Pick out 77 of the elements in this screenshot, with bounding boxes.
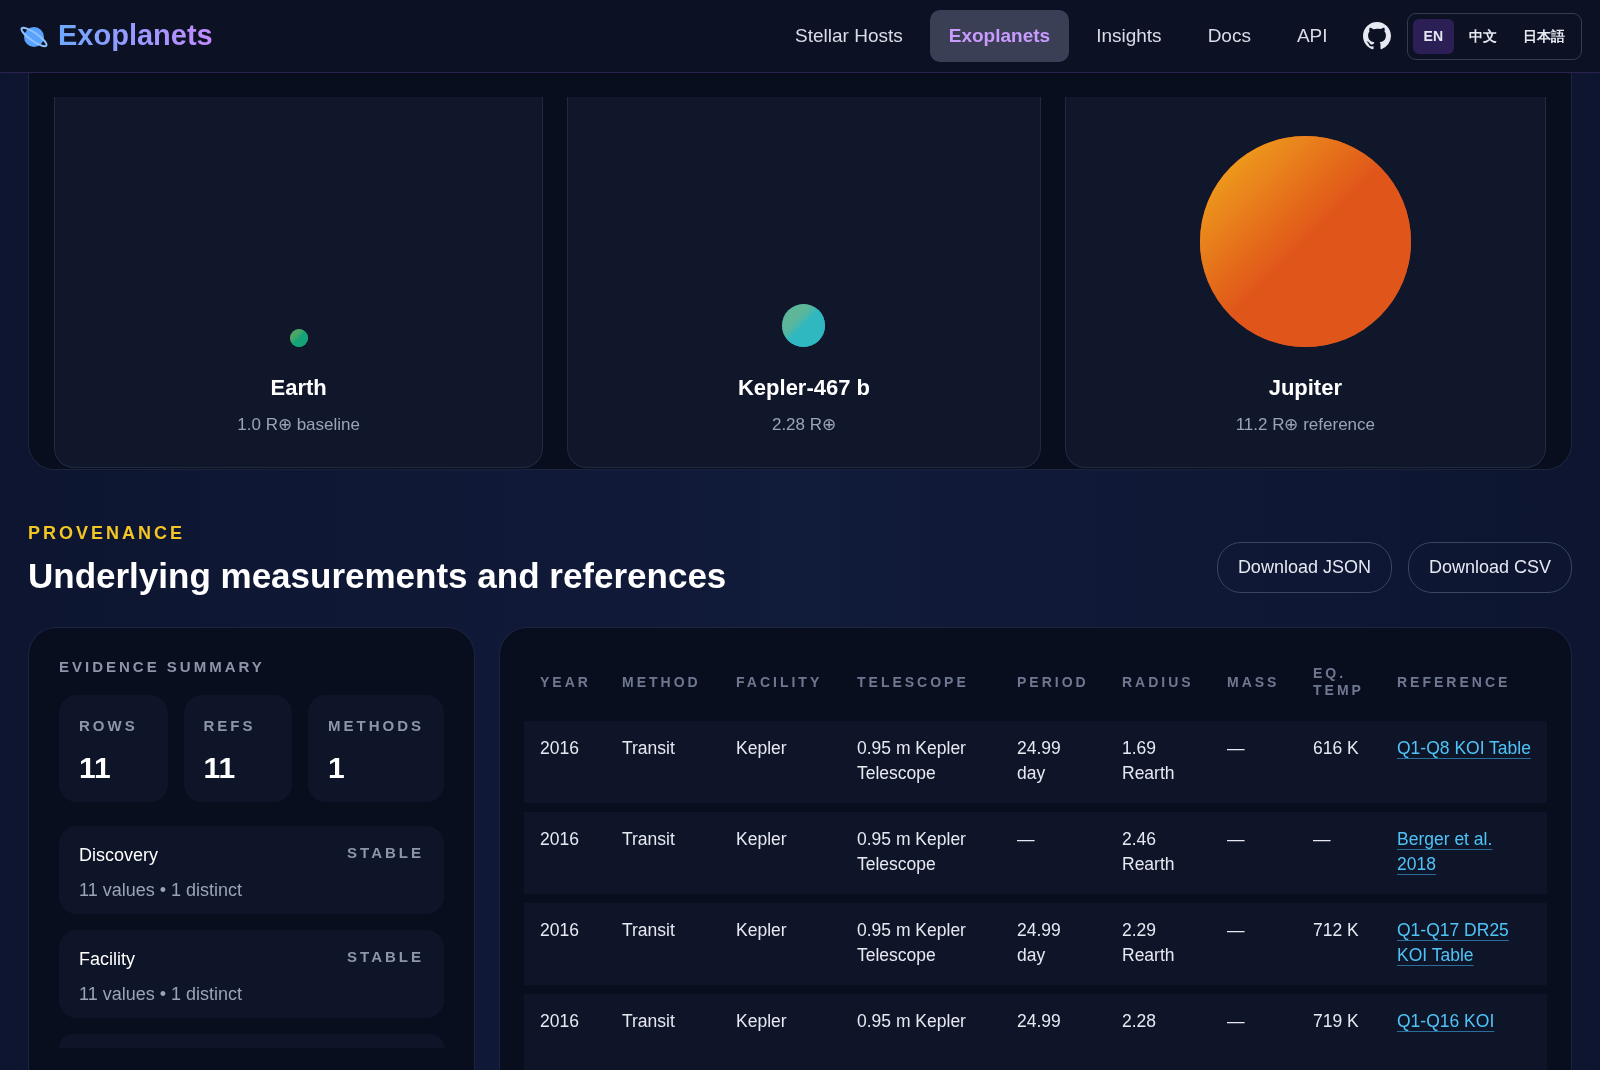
table-cell-text: 24.99 day — [1016, 919, 1062, 967]
stat-label: REFS — [203, 715, 257, 736]
table-cell-text: — — [1016, 828, 1036, 852]
table-cell-text: Transit — [621, 1010, 676, 1034]
table-cell-text: 2016 — [539, 828, 580, 852]
column-header: RADIUS — [1121, 673, 1195, 691]
field-name: Facility — [79, 947, 135, 971]
stat-value: 1 — [328, 750, 346, 787]
table-cell-text: 616 K — [1312, 737, 1360, 761]
stat-value: 11 — [203, 750, 237, 787]
stability-status: STABLE — [347, 946, 424, 967]
field-detail: 11 values • 1 distinct — [79, 878, 244, 902]
planet-radius: 11.2 R⊕ reference — [1235, 413, 1375, 436]
column-header: MASS — [1226, 673, 1281, 691]
table-cell-text: 712 K — [1312, 919, 1360, 943]
table-cell-text: Transit — [621, 737, 676, 761]
github-icon[interactable] — [1362, 22, 1391, 51]
column-header: REFERENCE — [1396, 673, 1512, 691]
planet-radius: 2.28 R⊕ — [771, 413, 837, 436]
column-header: FACILITY — [735, 673, 824, 691]
table-cell-text: Kepler — [735, 1010, 788, 1034]
column-header: EQ. TEMP — [1312, 665, 1365, 699]
stat-label: ROWS — [79, 715, 139, 736]
nav-link[interactable]: API — [1277, 9, 1347, 63]
nav-link[interactable]: Insights — [1077, 9, 1181, 63]
table-cell-text: — — [1226, 1010, 1246, 1034]
nav-link[interactable]: Docs — [1188, 9, 1270, 63]
table-cell-text: 2016 — [539, 1010, 580, 1034]
table-cell-text: — — [1226, 919, 1246, 943]
column-header: YEAR — [539, 673, 592, 691]
reference-link[interactable]: Berger et al. 2018 — [1397, 827, 1533, 877]
stability-status: STABLE — [347, 842, 424, 863]
table-cell-text: 2.46 Rearth — [1121, 828, 1176, 876]
table-cell-text: 1.69 Rearth — [1121, 737, 1176, 785]
table-cell-text: — — [1312, 828, 1332, 852]
planet-name: Earth — [270, 373, 327, 402]
stat-label: METHODS — [328, 715, 424, 736]
table-cell-text: 719 K — [1312, 1010, 1360, 1034]
table-cell-text: — — [1226, 828, 1246, 852]
table-cell-text: Transit — [621, 919, 676, 943]
table-cell-text: 0.95 m Kepler Telescope — [856, 919, 967, 967]
table-cell-text: 2.29 Rearth — [1121, 919, 1176, 967]
table-cell-text: 2016 — [539, 919, 580, 943]
reference-link[interactable]: Q1-Q16 KOI — [1397, 1009, 1495, 1034]
table-cell-text: Kepler — [735, 919, 788, 943]
column-header: PERIOD — [1016, 673, 1090, 691]
table-cell-text: 0.95 m Kepler — [856, 1010, 967, 1034]
table-cell-text: 24.99 day — [1016, 737, 1062, 785]
planet-name: Jupiter — [1268, 373, 1342, 402]
table-cell-text: 0.95 m Kepler Telescope — [856, 828, 967, 876]
table-cell-text: Kepler — [735, 737, 788, 761]
language-button[interactable]: EN — [1412, 18, 1454, 54]
table-cell-text: — — [1226, 737, 1246, 761]
table-cell-text: 0.95 m Kepler Telescope — [856, 737, 967, 785]
reference-link[interactable]: Q1-Q17 DR25 KOI Table — [1397, 918, 1533, 968]
section-eyebrow: PROVENANCE — [28, 522, 187, 546]
reference-link[interactable]: Q1-Q8 KOI Table — [1397, 736, 1531, 761]
table-cell-text: 2.28 — [1121, 1010, 1158, 1034]
download-button[interactable]: Download JSON — [1216, 542, 1392, 594]
section-heading: Underlying measurements and references — [28, 555, 727, 598]
table-cell-text: Transit — [621, 828, 676, 852]
language-button[interactable]: 日本語 — [1512, 18, 1576, 54]
planet-name: Kepler-467 b — [737, 373, 870, 402]
field-name: Discovery — [79, 843, 158, 867]
table-cell-text: 2016 — [539, 737, 580, 761]
field-detail: 11 values • 1 distinct — [79, 982, 244, 1006]
stat-value: 11 — [79, 750, 112, 787]
table-cell-text: 24.99 — [1016, 1010, 1062, 1034]
planet-radius: 1.0 R⊕ baseline — [237, 413, 360, 436]
card-title: EVIDENCE SUMMARY — [59, 657, 266, 678]
download-button[interactable]: Download CSV — [1407, 542, 1572, 594]
column-header: TELESCOPE — [856, 673, 970, 691]
nav-link[interactable]: Exoplanets — [929, 9, 1070, 63]
language-button[interactable]: 中文 — [1458, 18, 1508, 54]
table-cell-text: Kepler — [735, 828, 788, 852]
column-header: METHOD — [621, 673, 702, 691]
nav-link[interactable]: Stellar Hosts — [776, 9, 922, 63]
